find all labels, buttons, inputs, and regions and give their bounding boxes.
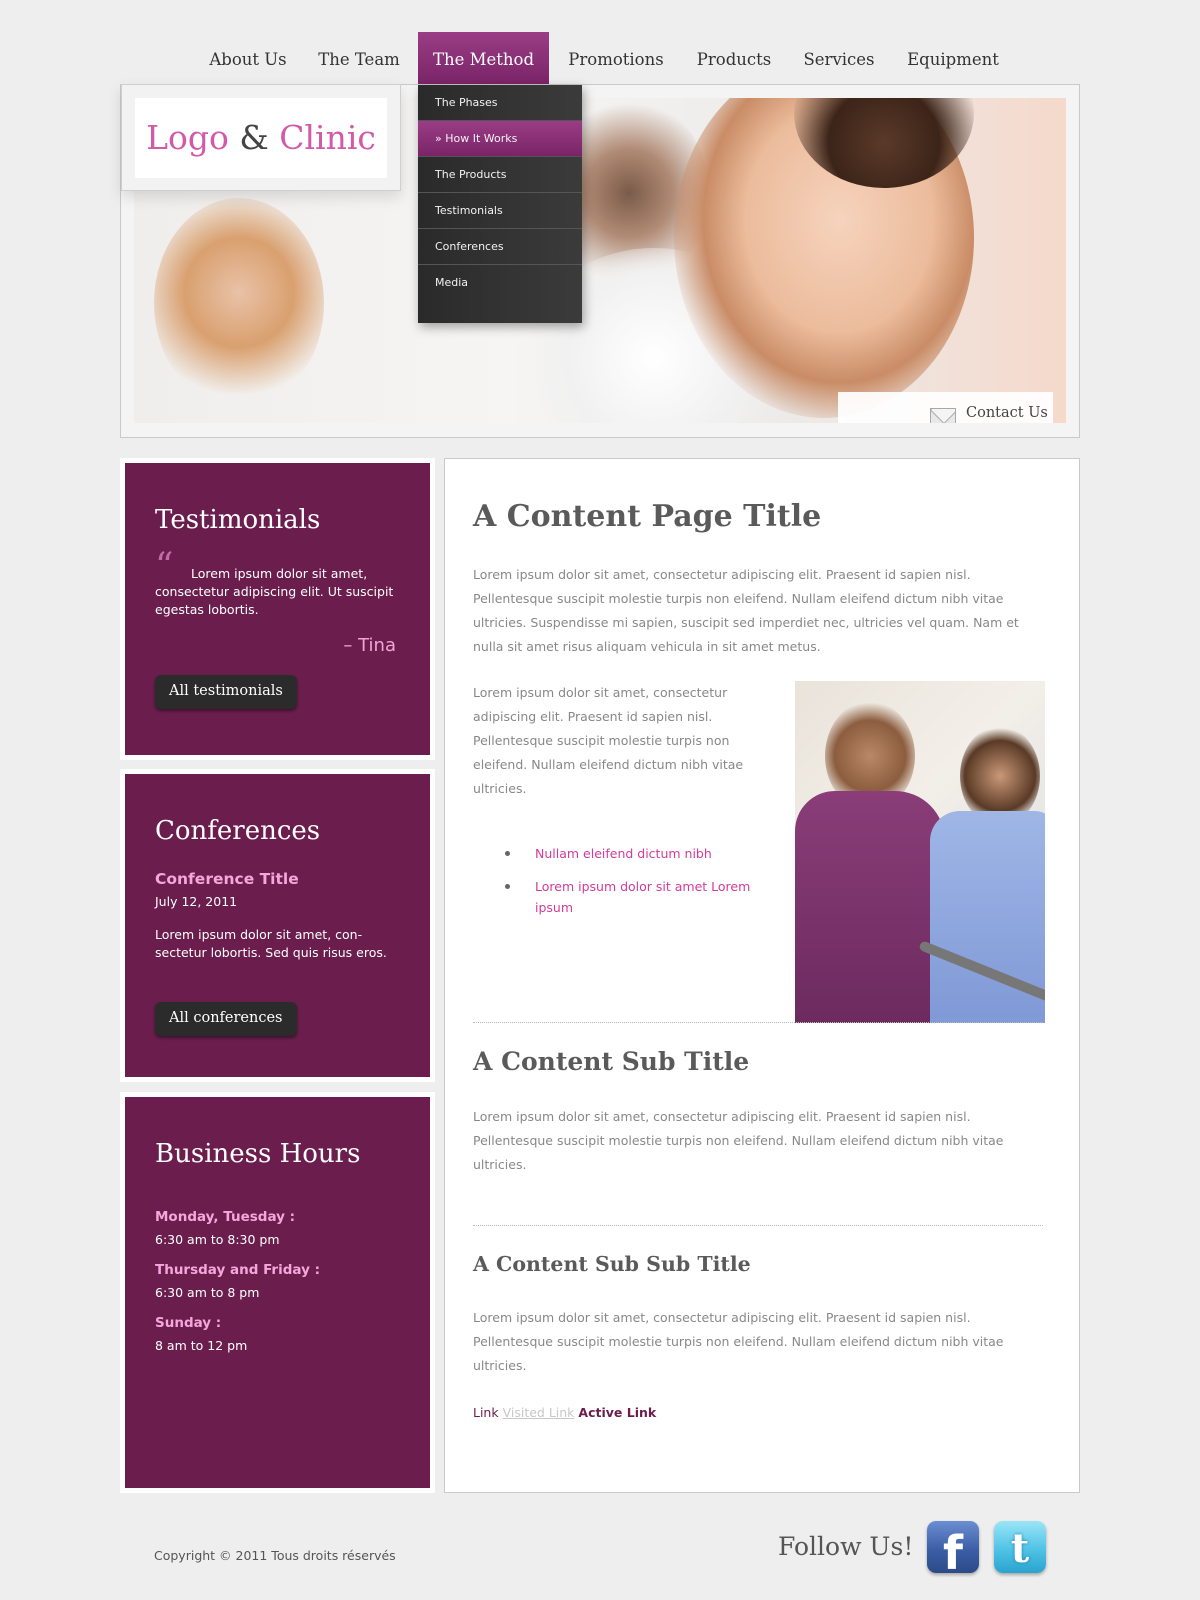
all-conferences-button[interactable]: All conferences: [155, 1002, 297, 1036]
sub-sub-paragraph: Lorem ipsum dolor sit amet, consectetur …: [473, 1310, 1004, 1373]
testimonial-author: – Tina: [343, 635, 396, 656]
hours-time-2: 6:30 am to 8 pm: [155, 1285, 260, 1300]
all-testimonials-button[interactable]: All testimonials: [155, 675, 297, 709]
main-content: A Content Page Title Lorem ipsum dolor s…: [444, 458, 1080, 1493]
hours-time-1: 6:30 am to 8:30 pm: [155, 1232, 280, 1247]
business-hours-box: Business Hours Monday, Tuesday : 6:30 am…: [120, 1092, 435, 1493]
hours-day-3: Sunday :: [155, 1315, 222, 1331]
conference-date: July 12, 2011: [155, 894, 238, 909]
logo-text: Logo & Clinic: [135, 98, 387, 178]
business-hours-title: Business Hours: [155, 1139, 361, 1169]
logo-word-logo: Logo: [146, 118, 229, 157]
sub-paragraph: Lorem ipsum dolor sit amet, consectetur …: [473, 1109, 1004, 1172]
intro-paragraph: Lorem ipsum dolor sit amet, consectetur …: [473, 567, 1019, 654]
hours-time-3: 8 am to 12 pm: [155, 1338, 248, 1353]
menu-item-the-phases[interactable]: The Phases: [418, 85, 582, 121]
nav-the-team[interactable]: The Team: [310, 32, 408, 85]
nav-services[interactable]: Services: [796, 32, 882, 85]
conference-item-title[interactable]: Conference Title: [155, 870, 299, 888]
conference-description: Lorem ipsum dolor sit amet, con-sectetur…: [155, 927, 387, 960]
logo[interactable]: Logo & Clinic: [121, 84, 401, 191]
method-dropdown-menu: The Phases » How It Works The Products T…: [418, 85, 582, 323]
logo-ampersand: &: [239, 118, 269, 157]
conferences-title: Conferences: [155, 816, 321, 846]
woman-purple-top: [795, 791, 945, 1023]
list-item: Nullam eleifend dictum nibh: [505, 843, 755, 864]
conferences-box: Conferences Conference Title July 12, 20…: [120, 769, 435, 1082]
menu-item-the-products[interactable]: The Products: [418, 157, 582, 193]
page-title: A Content Page Title: [473, 499, 822, 534]
facebook-icon[interactable]: f: [927, 1521, 979, 1573]
content-list: Nullam eleifend dictum nibh Lorem ipsum …: [505, 843, 755, 930]
menu-item-media[interactable]: Media: [418, 265, 582, 301]
copyright: Copyright © 2011 Tous droits réservés: [154, 1548, 396, 1563]
testimonial-quote: Lorem ipsum dolor sit amet, consectetur …: [155, 566, 394, 617]
nav-about-us[interactable]: About Us: [202, 32, 294, 85]
main-nav: About Us The Team The Method Promotions …: [120, 32, 1080, 85]
divider: [473, 1225, 1043, 1226]
link-examples: Link Visited Link Active Link: [473, 1405, 656, 1420]
blurred-person-left: [154, 198, 324, 408]
divider: [473, 1022, 1043, 1023]
link-active[interactable]: Active Link: [578, 1405, 656, 1420]
testimonials-box: Testimonials “ Lorem ipsum dolor sit ame…: [120, 458, 435, 760]
sub-title: A Content Sub Title: [473, 1047, 750, 1076]
nav-equipment[interactable]: Equipment: [898, 32, 1008, 85]
testimonials-title: Testimonials: [155, 505, 321, 535]
mail-icon: [930, 408, 956, 423]
hours-day-2: Thursday and Friday :: [155, 1262, 320, 1278]
logo-word-clinic: Clinic: [279, 118, 376, 157]
side-paragraph: Lorem ipsum dolor sit amet, consectetur …: [473, 685, 744, 796]
menu-item-conferences[interactable]: Conferences: [418, 229, 582, 265]
contact-us-label: Contact Us: [966, 405, 1048, 421]
twitter-icon[interactable]: t: [994, 1521, 1046, 1573]
nav-the-method[interactable]: The Method: [418, 32, 549, 85]
menu-item-how-it-works[interactable]: » How It Works: [418, 121, 582, 157]
link-normal[interactable]: Link: [473, 1405, 499, 1420]
nav-products[interactable]: Products: [688, 32, 780, 85]
menu-item-testimonials[interactable]: Testimonials: [418, 193, 582, 229]
link-visited[interactable]: Visited Link: [503, 1405, 575, 1420]
contact-us-link[interactable]: Contact Us: [838, 392, 1053, 423]
sub-sub-title: A Content Sub Sub Title: [473, 1252, 751, 1276]
therapy-photo: [795, 681, 1045, 1023]
follow-us-label: Follow Us!: [778, 1532, 914, 1561]
nav-promotions[interactable]: Promotions: [560, 32, 672, 85]
list-item: Lorem ipsum dolor sit amet Lorem ipsum: [505, 876, 755, 918]
hours-day-1: Monday, Tuesday :: [155, 1209, 296, 1225]
header-banner: Contact Us Logo & Clinic: [120, 84, 1080, 438]
